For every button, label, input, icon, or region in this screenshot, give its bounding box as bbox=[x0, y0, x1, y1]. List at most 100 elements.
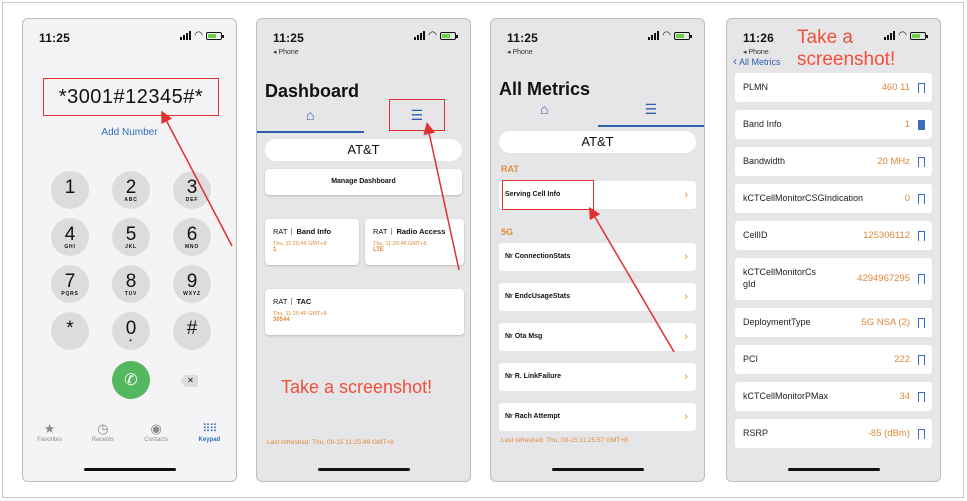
detail-row-band-info[interactable]: Band Info 1 bbox=[735, 110, 932, 139]
bookmark-icon[interactable] bbox=[918, 156, 925, 170]
status-icons: ◠ bbox=[414, 31, 458, 41]
bookmark-icon[interactable] bbox=[918, 119, 925, 133]
home-icon: ⌂ bbox=[540, 101, 549, 117]
last-refreshed: Last refreshed: Thu, 09-15 11:25:57 GMT+… bbox=[501, 437, 628, 444]
bookmark-icon[interactable] bbox=[918, 274, 925, 287]
metric-row-nr-ota-msg[interactable]: Nr Ota Msg › bbox=[499, 323, 696, 351]
battery-icon bbox=[910, 32, 928, 40]
home-indicator bbox=[787, 468, 880, 471]
signal-icon bbox=[648, 31, 660, 40]
back-to-phone-link[interactable]: ◂ Phone bbox=[507, 48, 690, 56]
chevron-right-icon: › bbox=[684, 291, 688, 303]
view-switcher: ⌂ ☰ bbox=[491, 101, 704, 127]
back-to-all-metrics[interactable]: ‹ All Metrics bbox=[733, 54, 781, 68]
detail-row-kctcellmonitorpmax[interactable]: kCTCellMonitorPMax 34 bbox=[735, 382, 932, 411]
status-icons: ◠ bbox=[648, 31, 692, 41]
clock-icon: ◷ bbox=[97, 421, 109, 436]
back-to-phone-link[interactable]: ◂ Phone bbox=[273, 48, 456, 56]
bookmark-icon[interactable] bbox=[918, 193, 925, 207]
key-star[interactable]: * bbox=[51, 312, 89, 350]
detail-row-rsrp[interactable]: RSRP -85 (dBm) bbox=[735, 419, 932, 448]
chevron-left-icon: ‹ bbox=[733, 54, 737, 68]
keypad-icon: ⠿⠿ bbox=[202, 423, 217, 435]
detail-row-bandwidth[interactable]: Bandwidth 20 MHz bbox=[735, 147, 932, 176]
home-indicator bbox=[317, 468, 410, 471]
phone-cell-detail-screen: 11:26 ◂ Phone ◠ ‹ All Metrics Take a scr… bbox=[726, 18, 941, 482]
chevron-right-icon: › bbox=[684, 251, 688, 263]
detail-row-kctcellmonitorcsgindication[interactable]: kCTCellMonitorCSGIndication 0 bbox=[735, 184, 932, 213]
bookmark-icon[interactable] bbox=[918, 391, 925, 405]
status-icons: ◠ bbox=[180, 30, 224, 41]
tab-home[interactable]: ⌂ bbox=[257, 107, 364, 129]
detail-row-kctcellmonitorcsgid[interactable]: kCTCellMonitorCs gId 4294967295 bbox=[735, 258, 932, 300]
detail-row-deploymenttype[interactable]: DeploymentType 5G NSA (2) bbox=[735, 308, 932, 337]
section-header-5g: 5G bbox=[501, 227, 514, 237]
tab-recents[interactable]: ◷ Recents bbox=[81, 421, 125, 461]
chevron-right-icon: › bbox=[684, 189, 688, 201]
list-tab-highlight bbox=[389, 99, 445, 131]
key-0[interactable]: 0 + bbox=[112, 312, 150, 350]
key-9[interactable]: 9 WXYZ bbox=[173, 265, 211, 303]
bookmark-icon[interactable] bbox=[918, 428, 925, 442]
key-3[interactable]: 3 DEF bbox=[173, 171, 211, 209]
tab-bar: ★ Favorites ◷ Recents ◉ Contacts ⠿⠿ Keyp… bbox=[23, 421, 236, 461]
phone-dashboard-screen: 11:25 ◂ Phone ◠ Dashboard ⌂ ☰ AT&T Manag… bbox=[256, 18, 471, 482]
delete-icon: ✕ bbox=[187, 376, 194, 385]
key-6[interactable]: 6 MNO bbox=[173, 218, 211, 256]
manage-dashboard-button[interactable]: Manage Dashboard bbox=[265, 169, 462, 195]
tab-keypad[interactable]: ⠿⠿ Keypad bbox=[187, 421, 231, 461]
carrier-label: AT&T bbox=[265, 139, 462, 161]
detail-row-cellid[interactable]: CellID 125306112 bbox=[735, 221, 932, 250]
tab-home[interactable]: ⌂ bbox=[491, 101, 598, 123]
metric-row-nr-link-failure[interactable]: Nr R. LinkFailure › bbox=[499, 363, 696, 391]
metric-card-tac[interactable]: RAT TAC Thu, 11:25:46 GMT+8 30544 bbox=[265, 289, 464, 335]
tab-favorites[interactable]: ★ Favorites bbox=[28, 421, 72, 461]
page-title: All Metrics bbox=[499, 79, 591, 99]
phone-icon: ✆ bbox=[124, 372, 138, 389]
metric-card-band-info[interactable]: RAT Band Info Thu, 11:25:46 GMT+8 1 bbox=[265, 219, 359, 265]
detail-row-plmn[interactable]: PLMN 460 11 bbox=[735, 73, 932, 102]
phone-dialer-screen: 11:25 ◠ *3001#12345#* Add Number 1 2 ABC 3 D… bbox=[22, 18, 237, 482]
delete-button[interactable]: ✕ bbox=[180, 375, 198, 387]
chevron-right-icon: › bbox=[684, 331, 688, 343]
call-button[interactable]: ✆ bbox=[112, 361, 150, 399]
wifi-icon: ◠ bbox=[194, 30, 203, 41]
chevron-right-icon: › bbox=[684, 411, 688, 423]
bookmark-icon[interactable] bbox=[918, 230, 925, 244]
list-icon: ☰ bbox=[644, 101, 658, 117]
key-8[interactable]: 8 TUV bbox=[112, 265, 150, 303]
key-4[interactable]: 4 GHI bbox=[51, 218, 89, 256]
metric-row-nr-connection-stats[interactable]: Nr ConnectionStats › bbox=[499, 243, 696, 271]
bookmark-icon[interactable] bbox=[918, 82, 925, 96]
key-5[interactable]: 5 JKL bbox=[112, 218, 150, 256]
screenshot-annotation: Take a screenshot! bbox=[281, 377, 433, 397]
home-indicator bbox=[83, 468, 176, 471]
status-bar: 11:25 ◂ Phone ◠ bbox=[273, 29, 458, 56]
dialed-number-highlight bbox=[43, 78, 219, 116]
key-2[interactable]: 2 ABC bbox=[112, 171, 150, 209]
key-hash[interactable]: # bbox=[173, 312, 211, 350]
battery-icon bbox=[206, 32, 224, 40]
key-7[interactable]: 7 PQRS bbox=[51, 265, 89, 303]
active-tab-indicator bbox=[597, 125, 704, 127]
signal-icon bbox=[414, 31, 426, 40]
status-time: 11:25 bbox=[507, 31, 539, 45]
add-number-link[interactable]: Add Number bbox=[23, 127, 236, 138]
home-icon: ⌂ bbox=[306, 107, 315, 123]
status-time: 11:25 bbox=[39, 31, 71, 45]
bookmark-icon[interactable] bbox=[918, 317, 925, 331]
home-indicator bbox=[551, 468, 644, 471]
tab-list[interactable]: ☰ bbox=[598, 101, 705, 123]
metric-card-radio-access[interactable]: RAT Radio Access Thu, 11:25:46 GMT+8 LTE bbox=[365, 219, 464, 265]
status-bar: 11:25 ◂ Phone ◠ bbox=[507, 29, 692, 56]
battery-icon bbox=[674, 32, 692, 40]
bookmark-icon[interactable] bbox=[918, 354, 925, 368]
metric-row-nr-rach-attempt[interactable]: Nr Rach Attempt › bbox=[499, 403, 696, 431]
carrier-label: AT&T bbox=[499, 131, 696, 153]
detail-row-pci[interactable]: PCI 222 bbox=[735, 345, 932, 374]
page-title: Dashboard bbox=[265, 81, 360, 101]
tab-contacts[interactable]: ◉ Contacts bbox=[134, 421, 178, 461]
key-1[interactable]: 1 bbox=[51, 171, 89, 209]
star-icon: ★ bbox=[43, 421, 56, 436]
metric-row-nr-endc-usage-stats[interactable]: Nr EndcUsageStats › bbox=[499, 283, 696, 311]
